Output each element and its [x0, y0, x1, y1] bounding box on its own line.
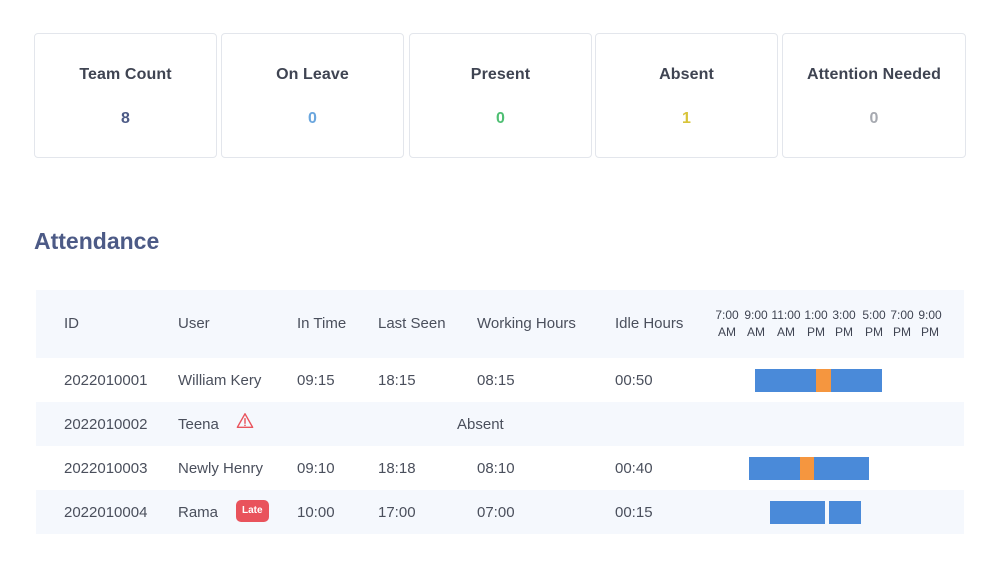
warning-icon[interactable] [236, 412, 254, 430]
timeline-active-bar [749, 457, 800, 480]
table-header: ID User In Time Last Seen Working Hours … [36, 290, 964, 358]
cell-in-time: 10:00 [297, 504, 335, 521]
cell-last-seen: 18:18 [378, 460, 416, 477]
table-row[interactable]: 2022010001 William Kery 09:15 18:15 08:1… [36, 358, 964, 402]
cell-in-time: 09:15 [297, 372, 335, 389]
cell-id: 2022010001 [64, 372, 148, 389]
cell-id: 2022010002 [64, 416, 148, 433]
attendance-title: Attendance [34, 228, 160, 254]
timeline-idle-bar [816, 369, 831, 392]
card-attention-needed: Attention Needed 0 [782, 33, 966, 158]
cell-user[interactable]: Teena [178, 416, 219, 433]
card-value: 0 [496, 110, 505, 127]
card-on-leave: On Leave 0 [221, 33, 404, 158]
timeline-active-bar [829, 501, 861, 524]
card-label: On Leave [276, 66, 349, 83]
cell-user[interactable]: Rama [178, 504, 218, 521]
column-header-idle-hours[interactable]: Idle Hours [615, 315, 683, 332]
card-label: Present [470, 66, 531, 83]
timeline-tick: 9:00 AM [744, 308, 768, 339]
cell-working-hours: 08:10 [477, 460, 515, 477]
late-badge: Late [236, 500, 269, 522]
card-value: 8 [121, 110, 130, 127]
timeline-tick: 7:00 AM [715, 308, 739, 339]
cell-user[interactable]: Newly Henry [178, 460, 263, 477]
card-absent: Absent 1 [595, 33, 778, 158]
cell-idle-hours: 00:15 [615, 504, 653, 521]
table-row[interactable]: 2022010004 Rama Late 10:00 17:00 07:00 0… [36, 490, 964, 534]
timeline-active-bar [814, 457, 869, 480]
timeline-tick: 9:00 PM [918, 308, 942, 339]
cell-working-hours: 07:00 [477, 504, 515, 521]
timeline-active-bar [770, 501, 825, 524]
cell-working-hours: 08:15 [477, 372, 515, 389]
cell-id: 2022010003 [64, 460, 148, 477]
attendance-table: ID User In Time Last Seen Working Hours … [36, 290, 964, 534]
card-label: Absent [659, 66, 714, 83]
timeline-tick: 7:00 PM [890, 308, 914, 339]
timeline-tick: 5:00 PM [862, 308, 886, 339]
cell-user[interactable]: William Kery [178, 372, 261, 389]
timeline-tick: 3:00 PM [832, 308, 856, 339]
column-header-working-hours[interactable]: Working Hours [477, 315, 576, 332]
cell-idle-hours: 00:40 [615, 460, 653, 477]
card-label: Attention Needed [806, 66, 942, 83]
status-absent: Absent [457, 416, 504, 433]
card-team-count: Team Count 8 [34, 33, 217, 158]
summary-cards: Team Count 8 On Leave 0 Present 0 Absent… [34, 33, 966, 158]
timeline-tick: 11:00 AM [771, 308, 801, 339]
card-present: Present 0 [409, 33, 592, 158]
card-value: 0 [869, 110, 879, 127]
timeline-tick: 1:00 PM [804, 308, 828, 339]
column-header-in-time[interactable]: In Time [297, 315, 346, 332]
cell-last-seen: 17:00 [378, 504, 416, 521]
cell-id: 2022010004 [64, 504, 148, 521]
timeline-active-bar [755, 369, 816, 392]
column-header-user[interactable]: User [178, 315, 210, 332]
timeline-idle-bar [800, 457, 814, 480]
card-value: 0 [308, 110, 317, 127]
column-header-last-seen[interactable]: Last Seen [378, 315, 446, 332]
cell-last-seen: 18:15 [378, 372, 416, 389]
card-value: 1 [682, 110, 691, 127]
timeline-active-bar [831, 369, 882, 392]
table-row[interactable]: 2022010003 Newly Henry 09:10 18:18 08:10… [36, 446, 964, 490]
cell-idle-hours: 00:50 [615, 372, 653, 389]
cell-in-time: 09:10 [297, 460, 335, 477]
table-row[interactable]: 2022010002 Teena Absent [36, 402, 964, 446]
card-label: Team Count [79, 66, 172, 83]
column-header-id[interactable]: ID [64, 315, 79, 332]
